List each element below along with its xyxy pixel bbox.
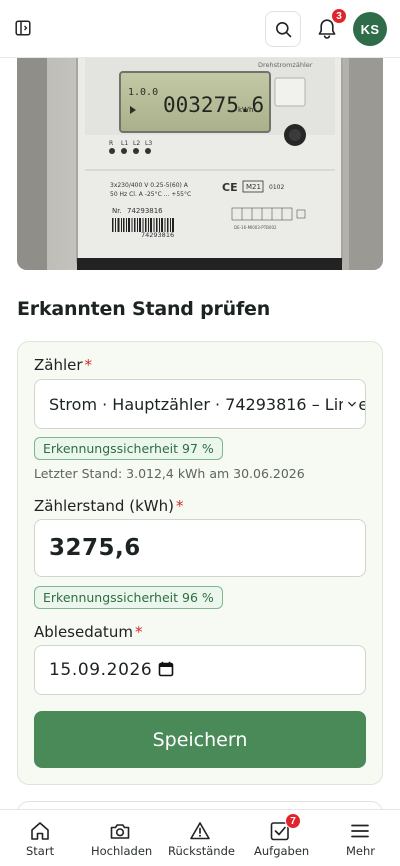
warning-icon <box>190 822 210 840</box>
sidebar-toggle-icon <box>15 20 31 36</box>
barcode-number: 74293816 <box>141 231 174 239</box>
required-marker: * <box>134 623 143 641</box>
nav-label-tasks: Aufgaben <box>254 844 310 858</box>
chevron-down-icon <box>343 397 357 411</box>
reading-label-text: Zählerstand (kWh) <box>34 497 174 515</box>
led-label-l1: L1 <box>121 140 128 147</box>
last-reading-hint: Letzter Stand: 3.012,4 kWh am 30.06.2026 <box>34 466 305 481</box>
meter-brand: Drehstromzähler <box>258 61 313 69</box>
nav-label-backlog: Rückstände <box>168 844 235 858</box>
serial-number: 74293816 <box>127 207 163 215</box>
nav-label-more: Mehr <box>346 844 376 858</box>
bottom-nav: Start Hochladen Rückstände Aufgaben Mehr <box>0 809 400 866</box>
date-input[interactable]: 15.09.2026 <box>34 645 366 695</box>
section-title: Erkannten Stand prüfen <box>17 298 271 320</box>
nav-item-backlog[interactable]: Rückstände <box>160 810 240 866</box>
home-icon <box>31 822 49 840</box>
lcd-unit: kWh <box>238 106 253 114</box>
user-avatar[interactable]: KS <box>353 12 387 46</box>
ce-mark: CE <box>222 181 238 194</box>
required-marker: * <box>175 497 184 515</box>
meter-label-text: Zähler <box>34 356 83 374</box>
search-icon <box>275 21 291 37</box>
camera-icon <box>110 824 130 839</box>
menu-icon <box>351 824 369 838</box>
meter-select[interactable]: Strom · Hauptzähler · 74293816 – Linde <box>34 379 366 429</box>
save-button[interactable]: Speichern <box>34 711 366 768</box>
lcd-small-readout: 1.0.0 <box>128 87 158 98</box>
led-label-r: R <box>109 140 113 147</box>
spec-line-2: 50 Hz Cl. A -25°C ... +55°C <box>110 191 191 198</box>
nav-item-start[interactable]: Start <box>0 810 80 866</box>
meter-small-print: DE-16-MI003-PTB002 <box>234 225 277 230</box>
nav-item-upload[interactable]: Hochladen <box>80 810 160 866</box>
meter-confidence-badge: Erkennungssicherheit 97 % <box>34 437 223 460</box>
notified-body: 0102 <box>269 184 284 191</box>
reading-confidence-badge: Erkennungssicherheit 96 % <box>34 586 223 609</box>
led-label-l3: L3 <box>145 140 152 147</box>
reading-input[interactable]: 3275,6 <box>34 519 366 577</box>
sidebar-toggle-button[interactable] <box>10 15 36 41</box>
metrology-mark: M21 <box>246 183 261 191</box>
spec-line-1: 3x230/400 V 0.25-5(60) A <box>110 182 189 189</box>
serial-label: Nr. <box>112 207 122 215</box>
search-button[interactable] <box>265 11 301 47</box>
nav-label-start: Start <box>26 844 55 858</box>
calendar-icon[interactable] <box>158 661 174 677</box>
required-marker: * <box>84 356 93 374</box>
meter-select-value: Strom · Hauptzähler · 74293816 – Linde <box>49 394 366 414</box>
date-label-text: Ablesedatum <box>34 623 133 641</box>
reading-label: Zählerstand (kWh) * <box>34 497 183 515</box>
led-label-l2: L2 <box>133 140 140 147</box>
notification-count-badge: 3 <box>331 8 347 24</box>
nav-item-more[interactable]: Mehr <box>320 810 400 866</box>
meter-photo: 1.0.0 003275.6 kWh Drehstromzähler R L1 … <box>17 30 383 270</box>
nav-item-tasks[interactable]: Aufgaben <box>240 810 320 866</box>
tasks-count-badge: 7 <box>285 813 301 829</box>
nav-label-upload: Hochladen <box>91 844 153 858</box>
date-label: Ablesedatum * <box>34 623 142 641</box>
meter-label: Zähler * <box>34 356 92 374</box>
